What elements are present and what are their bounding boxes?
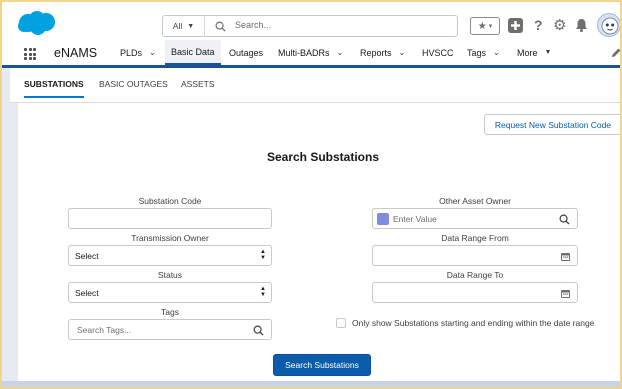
tags-search-input[interactable]: Search Tags... — [68, 319, 272, 340]
favorites-button[interactable]: ★ ▾ — [470, 17, 500, 35]
search-substations-button[interactable]: Search Substations — [273, 354, 371, 376]
nav-item-outages[interactable]: Outages — [223, 40, 269, 65]
substation-code-label: Substation Code — [138, 196, 202, 206]
status-label: Status — [157, 270, 183, 280]
nav-item-basic-data[interactable]: Basic Data — [165, 40, 221, 65]
tags-label: Tags — [161, 307, 179, 317]
nav-item-tags[interactable]: Tags ⌄ — [461, 40, 506, 65]
chevron-down-icon[interactable]: ⌄ — [399, 48, 406, 57]
other-asset-owner-placeholder: Enter Value — [393, 214, 437, 224]
user-avatar[interactable] — [597, 13, 620, 37]
other-asset-owner-label: Other Asset Owner — [439, 196, 511, 206]
app-name: eNAMS — [54, 46, 98, 60]
calendar-icon[interactable] — [561, 252, 570, 261]
search-scope-label: All — [172, 21, 183, 31]
search-scope-selector[interactable]: All ▼ — [163, 16, 205, 36]
page-background-bottom — [2, 381, 620, 387]
nav-item-label: Multi-BADRs — [278, 47, 330, 58]
search-icon — [215, 21, 226, 32]
nav-item-label: Basic Data — [171, 46, 215, 57]
date-range-to-label: Data Range To — [446, 270, 504, 280]
select-updown-icon: ▲ ▼ — [260, 249, 266, 261]
request-new-substation-code-button[interactable]: Request New Substation Code — [484, 114, 620, 135]
global-search[interactable]: All ▼ Search... — [162, 15, 458, 37]
app-navigation-bar: eNAMS PLDs ⌄ Basic Data Outages Multi-BA… — [2, 40, 622, 68]
tab-assets[interactable]: ASSETS — [181, 79, 215, 96]
bell-icon[interactable] — [575, 18, 588, 32]
search-input[interactable]: Search... — [235, 20, 271, 30]
chevron-down-icon[interactable]: ⌄ — [149, 48, 156, 57]
search-icon — [559, 214, 570, 225]
nav-item-plds[interactable]: PLDs ⌄ — [114, 40, 162, 65]
date-range-only-label: Only show Substations starting and endin… — [352, 318, 595, 328]
nav-item-label: More — [517, 47, 538, 58]
date-range-only-checkbox[interactable] — [336, 318, 346, 328]
status-value: Select — [75, 288, 99, 298]
add-icon[interactable] — [508, 18, 523, 33]
record-type-icon — [377, 213, 389, 225]
nav-item-label: Outages — [229, 47, 264, 58]
astro-avatar-icon — [601, 17, 619, 35]
global-header: All ▼ Search... ★ ▾ ? ⚙ — [2, 2, 620, 40]
chevron-down-icon[interactable]: ⌄ — [337, 48, 344, 57]
page-background-strip — [2, 68, 10, 387]
nav-item-label: Reports — [360, 47, 392, 58]
record-tabs: SUBSTATIONS BASIC OUTAGES ASSETS — [10, 71, 620, 103]
nav-item-label: PLDs — [120, 47, 143, 58]
search-icon — [253, 325, 264, 336]
app-window: All ▼ Search... ★ ▾ ? ⚙ eNAMS PLDs ⌄ Bas… — [0, 0, 622, 389]
app-launcher-icon[interactable] — [24, 48, 36, 60]
nav-item-hvscc[interactable]: HVSCC — [416, 40, 460, 65]
transmission-owner-value: Select — [75, 251, 99, 261]
calendar-icon[interactable] — [561, 289, 570, 298]
nav-item-more[interactable]: More ▼ — [511, 40, 557, 65]
chevron-down-icon[interactable]: ⌄ — [493, 48, 500, 57]
date-range-from-label: Data Range From — [441, 233, 509, 243]
caret-down-icon: ▼ — [187, 22, 195, 30]
select-updown-icon: ▲ ▼ — [260, 286, 266, 298]
nav-item-reports[interactable]: Reports ⌄ — [354, 40, 411, 65]
salesforce-cloud-logo[interactable] — [16, 10, 58, 36]
caret-down-icon: ▾ — [488, 23, 493, 30]
date-range-from-input[interactable] — [372, 245, 578, 266]
tab-basic-outages[interactable]: BASIC OUTAGES — [99, 79, 168, 96]
star-icon: ★ — [477, 20, 487, 32]
nav-item-label: Tags — [467, 47, 487, 58]
tags-placeholder: Search Tags... — [77, 325, 132, 335]
date-range-to-input[interactable] — [372, 282, 578, 303]
nav-item-multi-badrs[interactable]: Multi-BADRs ⌄ — [272, 40, 349, 65]
substation-code-input[interactable] — [68, 208, 272, 229]
transmission-owner-select[interactable]: Select ▲ ▼ — [68, 245, 272, 266]
transmission-owner-label: Transmission Owner — [131, 233, 209, 243]
gear-icon[interactable]: ⚙ — [553, 16, 566, 34]
caret-down-icon[interactable]: ▼ — [545, 49, 552, 56]
tab-substations[interactable]: SUBSTATIONS — [24, 79, 84, 98]
nav-item-label: HVSCC — [422, 47, 454, 58]
other-asset-owner-lookup[interactable]: Enter Value — [372, 208, 578, 229]
status-select[interactable]: Select ▲ ▼ — [68, 282, 272, 303]
edit-nav-pencil-icon[interactable] — [610, 47, 622, 59]
help-icon[interactable]: ? — [534, 17, 543, 33]
page-title: Search Substations — [266, 150, 380, 164]
